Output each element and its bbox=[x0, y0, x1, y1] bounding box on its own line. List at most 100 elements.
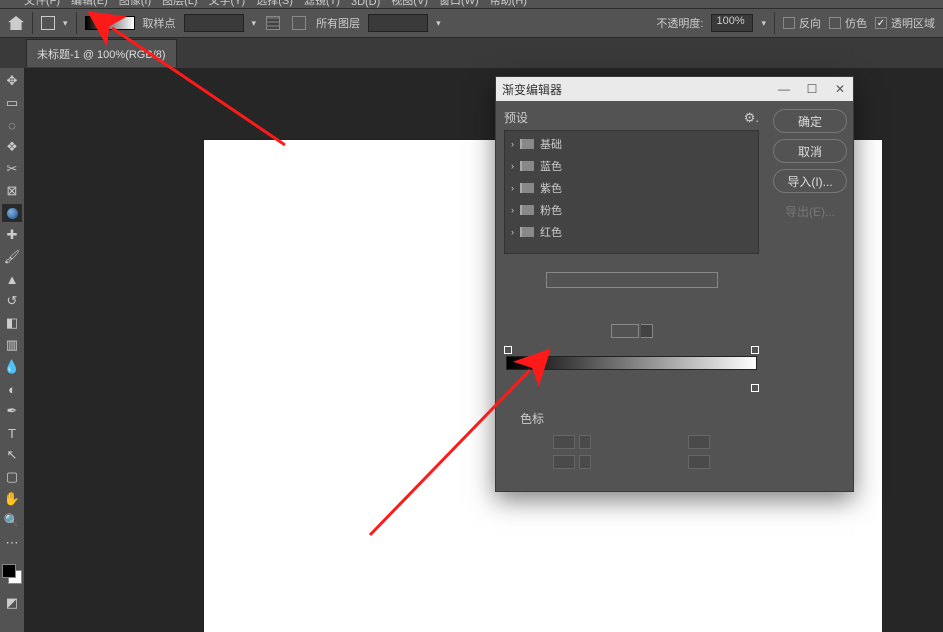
preset-folder[interactable]: ›基础 bbox=[507, 133, 756, 155]
frame-tool-icon[interactable]: ⊠ bbox=[2, 182, 22, 200]
color-stop-right[interactable] bbox=[751, 384, 759, 392]
opacity-input[interactable] bbox=[553, 435, 575, 449]
menu-filter[interactable]: 滤镜(T) bbox=[300, 0, 344, 8]
color-input[interactable] bbox=[553, 455, 575, 469]
close-icon[interactable]: ✕ bbox=[833, 82, 847, 96]
stamp-tool-icon[interactable]: ▲ bbox=[2, 270, 22, 288]
preset-label: 紫色 bbox=[540, 180, 562, 196]
transparency-label: 透明区域 bbox=[891, 15, 935, 31]
crop-tool-icon[interactable]: ✂ bbox=[2, 160, 22, 178]
cancel-button[interactable]: 取消 bbox=[773, 139, 847, 163]
marquee-tool-icon[interactable]: ▭ bbox=[2, 94, 22, 112]
stop-controls-2 bbox=[504, 455, 759, 469]
location2-input[interactable] bbox=[688, 455, 710, 469]
menu-image[interactable]: 图像(I) bbox=[115, 0, 155, 8]
chevron-down-icon[interactable]: ▾ bbox=[252, 18, 257, 29]
more-tools-icon[interactable]: ⋯ bbox=[2, 534, 22, 552]
chevron-down-icon[interactable]: ▾ bbox=[63, 18, 68, 29]
reverse-checkbox[interactable]: 反向 bbox=[783, 15, 821, 31]
menu-text[interactable]: 文字(Y) bbox=[205, 0, 250, 8]
tool-preset-icon[interactable] bbox=[41, 16, 55, 30]
preset-label: 红色 bbox=[540, 224, 562, 240]
dodge-tool-icon[interactable]: ◐ bbox=[2, 380, 22, 398]
lasso-tool-icon[interactable]: ◌ bbox=[2, 116, 22, 134]
quickmask-icon[interactable]: ◩ bbox=[2, 594, 22, 612]
color-dd[interactable] bbox=[579, 455, 591, 469]
minimize-icon[interactable]: — bbox=[777, 82, 791, 96]
layers-select[interactable] bbox=[368, 14, 428, 32]
export-button[interactable]: 导出(E)... bbox=[773, 199, 847, 223]
brush-tool-icon[interactable]: 🖌 bbox=[2, 248, 22, 266]
path-select-tool-icon[interactable]: ↖ bbox=[2, 446, 22, 464]
checkbox-icon bbox=[783, 17, 795, 29]
menu-bar[interactable]: 文件(F) 编辑(E) 图像(I) 图层(L) 文字(Y) 选择(S) 滤镜(T… bbox=[0, 0, 943, 8]
preset-folder[interactable]: ›蓝色 bbox=[507, 155, 756, 177]
eyedropper-tool-icon[interactable] bbox=[2, 204, 22, 222]
location-input[interactable] bbox=[688, 435, 710, 449]
reverse-label: 反向 bbox=[799, 15, 821, 31]
opacity-stop-right[interactable] bbox=[751, 346, 759, 354]
preset-list[interactable]: ›基础 ›蓝色 ›紫色 ›粉色 ›红色 bbox=[504, 130, 759, 254]
preset-folder[interactable]: ›粉色 bbox=[507, 199, 756, 221]
gradient-type-row bbox=[504, 324, 759, 338]
foreground-color-swatch[interactable] bbox=[2, 564, 16, 578]
icon-button[interactable] bbox=[290, 14, 308, 32]
gradient-preview[interactable] bbox=[85, 16, 135, 30]
menu-view[interactable]: 视图(V) bbox=[387, 0, 432, 8]
folder-icon bbox=[520, 161, 534, 171]
shape-tool-icon[interactable]: ▢ bbox=[2, 468, 22, 486]
stops-label: 色标 bbox=[504, 410, 759, 427]
dialog-titlebar[interactable]: 渐变编辑器 — ☐ ✕ bbox=[496, 77, 853, 101]
icon-button[interactable] bbox=[264, 14, 282, 32]
type-tool-icon[interactable]: T bbox=[2, 424, 22, 442]
options-bar: ▾ 取样点 ▾ 所有图层 ▾ 不透明度: 100% ▾ 反向 仿色 透明区域 bbox=[0, 8, 943, 38]
chevron-down-icon[interactable]: ▾ bbox=[761, 18, 766, 29]
chevron-down-icon[interactable]: ▾ bbox=[436, 18, 441, 29]
pen-tool-icon[interactable]: ✒ bbox=[2, 402, 22, 420]
menu-help[interactable]: 帮助(H) bbox=[486, 0, 531, 8]
preset-folder[interactable]: ›紫色 bbox=[507, 177, 756, 199]
divider bbox=[32, 12, 33, 34]
hand-tool-icon[interactable]: ✋ bbox=[2, 490, 22, 508]
menu-select[interactable]: 选择(S) bbox=[252, 0, 297, 8]
gradient-tool-icon[interactable]: ▥ bbox=[2, 336, 22, 354]
folder-icon bbox=[520, 205, 534, 215]
gradient-bar[interactable] bbox=[506, 356, 757, 370]
move-tool-icon[interactable]: ✥ bbox=[2, 72, 22, 90]
preset-label: 基础 bbox=[540, 136, 562, 152]
import-button[interactable]: 导入(I)... bbox=[773, 169, 847, 193]
checkbox-icon bbox=[829, 17, 841, 29]
blur-tool-icon[interactable]: 💧 bbox=[2, 358, 22, 376]
healing-tool-icon[interactable]: ✚ bbox=[2, 226, 22, 244]
menu-layer[interactable]: 图层(L) bbox=[158, 0, 201, 8]
menu-edit[interactable]: 编辑(E) bbox=[67, 0, 112, 8]
menu-window[interactable]: 窗口(W) bbox=[435, 0, 483, 8]
quick-select-tool-icon[interactable]: ❖ bbox=[2, 138, 22, 156]
dither-checkbox[interactable]: 仿色 bbox=[829, 15, 867, 31]
sample-select[interactable] bbox=[184, 14, 244, 32]
maximize-icon[interactable]: ☐ bbox=[805, 82, 819, 96]
opacity-input[interactable]: 100% bbox=[711, 14, 753, 32]
zoom-tool-icon[interactable]: 🔍 bbox=[2, 512, 22, 530]
history-brush-icon[interactable]: ↺ bbox=[2, 292, 22, 310]
eraser-tool-icon[interactable]: ◧ bbox=[2, 314, 22, 332]
document-tab[interactable]: 未标题-1 @ 100%(RGB/8) bbox=[26, 39, 177, 67]
gradient-name-input[interactable] bbox=[546, 272, 718, 288]
home-icon[interactable] bbox=[8, 16, 24, 30]
ok-button[interactable]: 确定 bbox=[773, 109, 847, 133]
gradient-type-input[interactable] bbox=[611, 324, 639, 338]
folder-icon bbox=[520, 227, 534, 237]
opacity-stop-left[interactable] bbox=[504, 346, 512, 354]
preset-folder[interactable]: ›红色 bbox=[507, 221, 756, 243]
transparency-checkbox[interactable]: 透明区域 bbox=[875, 15, 935, 31]
chevron-down-icon[interactable] bbox=[641, 324, 653, 338]
color-swatch[interactable] bbox=[2, 564, 22, 584]
opacity-dd[interactable] bbox=[579, 435, 591, 449]
menu-3d[interactable]: 3D(D) bbox=[347, 0, 384, 8]
dialog-title: 渐变编辑器 bbox=[502, 81, 562, 98]
tool-strip: ✥ ▭ ◌ ❖ ✂ ⊠ ✚ 🖌 ▲ ↺ ◧ ▥ 💧 ◐ ✒ T ↖ ▢ ✋ 🔍 … bbox=[0, 68, 24, 632]
stop-controls bbox=[504, 435, 759, 449]
menu-file[interactable]: 文件(F) bbox=[20, 0, 64, 8]
sample-label: 取样点 bbox=[143, 15, 176, 31]
gear-icon[interactable]: ⚙. bbox=[744, 110, 759, 126]
